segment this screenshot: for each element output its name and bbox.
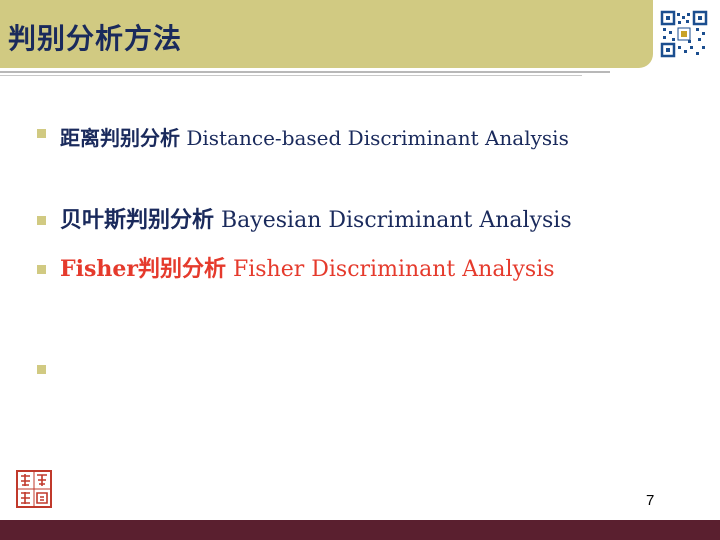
list-item-en: Bayesian Discriminant Analysis: [221, 208, 572, 233]
title-divider: [0, 71, 610, 73]
list-item-en: Fisher Discriminant Analysis: [232, 257, 555, 282]
bullet-marker: [37, 365, 46, 374]
list-item-highlighted: Fisher判别分析 Fisher Discriminant Analysis: [60, 252, 700, 287]
list-item-zh: 距离判别分析: [60, 126, 180, 150]
red-seal-logo: [16, 470, 52, 508]
slide-title: 判别分析方法: [8, 22, 183, 55]
list-item: 贝叶斯判别分析 Bayesian Discriminant Analysis: [60, 203, 700, 238]
title-bar: 判别分析方法: [0, 0, 653, 68]
title-divider-thin: [0, 75, 582, 76]
bullet-marker: [37, 129, 46, 138]
list-item-en: Distance-based Discriminant Analysis: [186, 126, 569, 150]
list-item: 距离判别分析 Distance-based Discriminant Analy…: [60, 119, 620, 157]
list-item-zh: Fisher判别分析: [60, 256, 226, 282]
bullet-marker: [37, 216, 46, 225]
page-number: 7: [646, 492, 655, 509]
list-item-zh: 贝叶斯判别分析: [60, 207, 215, 233]
qr-code-icon: [660, 10, 708, 58]
bottom-bar: [0, 520, 720, 540]
bullet-marker: [37, 265, 46, 274]
